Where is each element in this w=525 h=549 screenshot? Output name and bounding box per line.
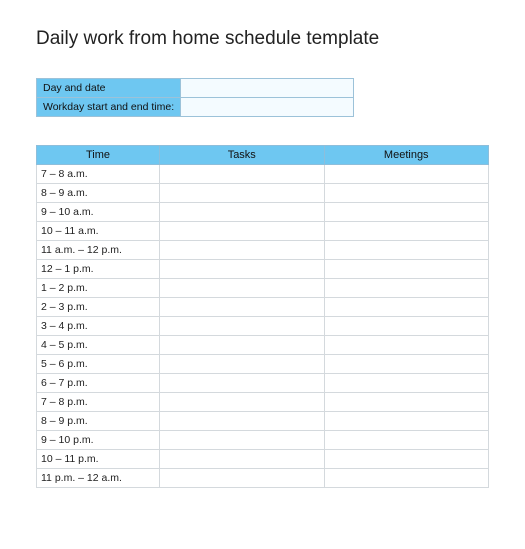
meta-label: Day and date: [37, 79, 181, 98]
schedule-time-cell: 8 – 9 p.m.: [37, 412, 160, 431]
schedule-row: 6 – 7 p.m.: [37, 374, 489, 393]
schedule-task-cell[interactable]: [160, 279, 325, 298]
schedule-time-cell: 9 – 10 p.m.: [37, 431, 160, 450]
schedule-meeting-cell[interactable]: [324, 336, 489, 355]
schedule-task-cell[interactable]: [160, 241, 325, 260]
schedule-task-cell[interactable]: [160, 165, 325, 184]
schedule-time-cell: 11 p.m. – 12 a.m.: [37, 469, 160, 488]
schedule-row: 8 – 9 p.m.: [37, 412, 489, 431]
schedule-time-cell: 11 a.m. – 12 p.m.: [37, 241, 160, 260]
schedule-row: 11 a.m. – 12 p.m.: [37, 241, 489, 260]
schedule-row: 7 – 8 p.m.: [37, 393, 489, 412]
schedule-task-cell[interactable]: [160, 469, 325, 488]
schedule-task-cell[interactable]: [160, 222, 325, 241]
schedule-time-cell: 7 – 8 p.m.: [37, 393, 160, 412]
meta-value[interactable]: [181, 79, 354, 98]
schedule-task-cell[interactable]: [160, 450, 325, 469]
schedule-task-cell[interactable]: [160, 336, 325, 355]
schedule-row: 10 – 11 p.m.: [37, 450, 489, 469]
schedule-task-cell[interactable]: [160, 317, 325, 336]
schedule-time-cell: 12 – 1 p.m.: [37, 260, 160, 279]
schedule-time-cell: 9 – 10 a.m.: [37, 203, 160, 222]
schedule-row: 8 – 9 a.m.: [37, 184, 489, 203]
schedule-time-cell: 10 – 11 p.m.: [37, 450, 160, 469]
schedule-meeting-cell[interactable]: [324, 412, 489, 431]
schedule-row: 3 – 4 p.m.: [37, 317, 489, 336]
meta-row: Workday start and end time:: [37, 98, 354, 117]
schedule-row: 2 – 3 p.m.: [37, 298, 489, 317]
schedule-header-time: Time: [37, 146, 160, 165]
schedule-row: 1 – 2 p.m.: [37, 279, 489, 298]
schedule-task-cell[interactable]: [160, 393, 325, 412]
schedule-table: Time Tasks Meetings 7 – 8 a.m.8 – 9 a.m.…: [36, 145, 489, 488]
schedule-header-tasks: Tasks: [160, 146, 325, 165]
schedule-meeting-cell[interactable]: [324, 222, 489, 241]
schedule-meeting-cell[interactable]: [324, 374, 489, 393]
schedule-time-cell: 7 – 8 a.m.: [37, 165, 160, 184]
schedule-time-cell: 8 – 9 a.m.: [37, 184, 160, 203]
meta-table: Day and dateWorkday start and end time:: [36, 78, 354, 117]
schedule-meeting-cell[interactable]: [324, 260, 489, 279]
schedule-task-cell[interactable]: [160, 374, 325, 393]
schedule-task-cell[interactable]: [160, 431, 325, 450]
schedule-time-cell: 6 – 7 p.m.: [37, 374, 160, 393]
schedule-time-cell: 1 – 2 p.m.: [37, 279, 160, 298]
meta-value[interactable]: [181, 98, 354, 117]
schedule-time-cell: 10 – 11 a.m.: [37, 222, 160, 241]
schedule-meeting-cell[interactable]: [324, 203, 489, 222]
meta-label: Workday start and end time:: [37, 98, 181, 117]
schedule-task-cell[interactable]: [160, 298, 325, 317]
schedule-meeting-cell[interactable]: [324, 241, 489, 260]
schedule-task-cell[interactable]: [160, 184, 325, 203]
schedule-row: 9 – 10 a.m.: [37, 203, 489, 222]
schedule-row: 4 – 5 p.m.: [37, 336, 489, 355]
schedule-meeting-cell[interactable]: [324, 355, 489, 374]
schedule-meeting-cell[interactable]: [324, 165, 489, 184]
schedule-time-cell: 5 – 6 p.m.: [37, 355, 160, 374]
schedule-task-cell[interactable]: [160, 260, 325, 279]
schedule-meeting-cell[interactable]: [324, 184, 489, 203]
schedule-header-meetings: Meetings: [324, 146, 489, 165]
schedule-meeting-cell[interactable]: [324, 431, 489, 450]
page-title: Daily work from home schedule template: [36, 28, 489, 50]
schedule-meeting-cell[interactable]: [324, 393, 489, 412]
schedule-task-cell[interactable]: [160, 203, 325, 222]
schedule-meeting-cell[interactable]: [324, 279, 489, 298]
schedule-row: 9 – 10 p.m.: [37, 431, 489, 450]
schedule-task-cell[interactable]: [160, 355, 325, 374]
schedule-task-cell[interactable]: [160, 412, 325, 431]
schedule-meeting-cell[interactable]: [324, 317, 489, 336]
meta-row: Day and date: [37, 79, 354, 98]
schedule-time-cell: 4 – 5 p.m.: [37, 336, 160, 355]
schedule-row: 10 – 11 a.m.: [37, 222, 489, 241]
schedule-meeting-cell[interactable]: [324, 298, 489, 317]
schedule-meeting-cell[interactable]: [324, 469, 489, 488]
schedule-row: 5 – 6 p.m.: [37, 355, 489, 374]
schedule-meeting-cell[interactable]: [324, 450, 489, 469]
schedule-row: 12 – 1 p.m.: [37, 260, 489, 279]
schedule-row: 11 p.m. – 12 a.m.: [37, 469, 489, 488]
schedule-time-cell: 2 – 3 p.m.: [37, 298, 160, 317]
schedule-time-cell: 3 – 4 p.m.: [37, 317, 160, 336]
schedule-row: 7 – 8 a.m.: [37, 165, 489, 184]
